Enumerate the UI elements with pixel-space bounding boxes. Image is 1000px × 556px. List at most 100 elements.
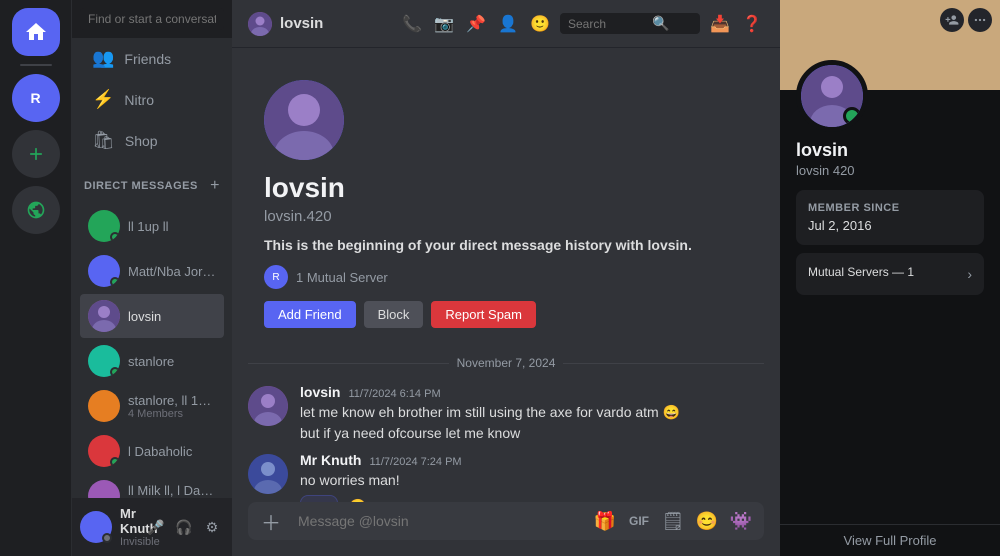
emoji-button[interactable]: 😊 <box>692 506 722 536</box>
mutual-server-icon: R <box>264 265 288 289</box>
nav-shop[interactable]: 🛍 Shop <box>80 122 224 159</box>
dm-item-name: lovsin <box>128 309 216 324</box>
profile-panel: lovsin lovsin 420 Member Since Jul 2, 20… <box>780 0 1000 556</box>
mutual-servers-row[interactable]: Mutual Servers — 1 › <box>808 265 972 283</box>
dm-item-name: stanlore <box>128 354 216 369</box>
dm-item-name: ll 1up ll <box>128 219 216 234</box>
dm-item-group-milk[interactable]: ll Milk ll, l Dabaholic 3 Members <box>80 474 224 498</box>
msg-time: 11/7/2024 6:14 PM <box>348 388 440 400</box>
user-bar-controls: 🎤 🎧 ⚙ <box>144 515 224 539</box>
dm-avatar-ll1up <box>88 210 120 242</box>
chat-search-input[interactable] <box>568 17 648 31</box>
profile-panel-tag: lovsin 420 <box>796 163 984 178</box>
message-knuth-1: Mr Knuth 11/7/2024 7:24 PM no worries ma… <box>248 450 764 502</box>
microphone-button[interactable]: 🎤 <box>144 515 168 539</box>
sidebar-explore[interactable] <box>12 186 60 234</box>
dm-avatar-group-stanlore <box>88 390 120 422</box>
dm-avatar-group-milk <box>88 480 120 498</box>
dm-avatar-lovsin <box>88 300 120 332</box>
dm-item-stanlore[interactable]: stanlore <box>80 339 224 383</box>
gift-button[interactable]: 🎁 <box>590 506 620 536</box>
sidebar-add-server[interactable] <box>12 130 60 178</box>
mutual-server-row: R 1 Mutual Server <box>264 265 748 289</box>
sticker-button[interactable]: 🗒 <box>658 506 688 536</box>
member-since-value: Jul 2, 2016 <box>808 218 972 233</box>
pin-button[interactable]: 📌 <box>464 12 488 36</box>
block-button[interactable]: Block <box>364 301 424 328</box>
user-bar: Mr Knuth Invisible 🎤 🎧 ⚙ <box>72 498 232 556</box>
headphone-button[interactable]: 🎧 <box>172 515 196 539</box>
friends-icon: 👥 <box>92 48 114 69</box>
add-friend-button[interactable]: Add Friend <box>264 301 356 328</box>
dm-search-area <box>72 0 232 38</box>
inbox-button[interactable]: 📥 <box>708 12 732 36</box>
dm-item-group-stanlore[interactable]: stanlore, ll 1up ll, Matt... 4 Members <box>80 384 224 428</box>
sidebar-divider <box>20 64 52 66</box>
message-input[interactable] <box>294 502 582 540</box>
mutual-servers-label: Mutual Servers — 1 <box>808 265 914 279</box>
profile-panel-avatar-wrap <box>780 60 1000 132</box>
settings-button[interactable]: ⚙ <box>200 515 224 539</box>
intro-tag: lovsin.420 <box>264 208 748 225</box>
msg-avatar-lovsin <box>248 386 288 426</box>
msg-text: no worries man! <box>300 470 764 491</box>
msg-avatar-knuth <box>248 454 288 494</box>
add-friend-header-button[interactable]: 👤 <box>496 12 520 36</box>
chat-header-avatar <box>248 12 272 36</box>
voice-call-button[interactable]: 📞 <box>400 12 424 36</box>
dm-avatar-dabaholic <box>88 435 120 467</box>
msg-author: lovsin <box>300 384 340 400</box>
intro-desc: This is the beginning of your direct mes… <box>264 237 748 253</box>
help-button[interactable]: ❓ <box>740 12 764 36</box>
date-separator-nov7: November 7, 2024 <box>248 356 764 370</box>
message-lovsin-1: lovsin 11/7/2024 6:14 PM let me know eh … <box>248 382 764 446</box>
profile-panel-name: lovsin <box>796 140 984 161</box>
main-chat-area: lovsin 📞 📷 📌 👤 🙂 🔍 📥 ❓ lovsin lovsin.420 <box>232 0 780 556</box>
chat-header-actions: 📞 📷 📌 👤 🙂 🔍 📥 ❓ <box>400 12 764 36</box>
nitro-icon: ⚡ <box>92 89 114 110</box>
status-dot <box>110 232 120 242</box>
nav-nitro[interactable]: ⚡ Nitro <box>80 81 224 118</box>
dm-panel: 👥 Friends ⚡ Nitro 🛍 Shop DIRECT MESSAGES… <box>72 0 232 556</box>
add-attachment-button[interactable]: ＋ <box>256 506 286 536</box>
dm-item-lovsin[interactable]: lovsin <box>80 294 224 338</box>
messages-area: lovsin lovsin.420 This is the beginning … <box>232 48 780 502</box>
dm-item-dabaholic[interactable]: l Dabaholic <box>80 429 224 473</box>
intro-action-buttons: Add Friend Block Report Spam <box>264 301 748 328</box>
intro-username: lovsin <box>264 172 748 204</box>
apps-button[interactable]: 👾 <box>726 506 756 536</box>
profile-toggle-button[interactable]: 🙂 <box>528 12 552 36</box>
user-bar-name: Mr Knuth <box>120 506 136 536</box>
chat-header: lovsin 📞 📷 📌 👤 🙂 🔍 📥 ❓ <box>232 0 780 48</box>
dm-item-sub: 4 Members <box>128 408 216 420</box>
status-dot <box>110 277 120 287</box>
profile-add-friend-button[interactable] <box>940 8 964 32</box>
view-full-profile-link[interactable]: View Full Profile <box>780 524 1000 556</box>
msg-time: 11/7/2024 7:24 PM <box>369 456 461 468</box>
video-call-button[interactable]: 📷 <box>432 12 456 36</box>
dm-avatar-matt-nba <box>88 255 120 287</box>
profile-panel-body: lovsin lovsin 420 Member Since Jul 2, 20… <box>780 132 1000 319</box>
msg-author: Mr Knuth <box>300 452 361 468</box>
search-input[interactable] <box>80 8 224 30</box>
user-bar-status: Invisible <box>120 536 136 548</box>
dm-item-name: stanlore, ll 1up ll, Matt... <box>128 393 216 408</box>
input-actions: 🎁 GIF 🗒 😊 👾 <box>590 506 756 536</box>
profile-more-button[interactable] <box>968 8 992 32</box>
nav-friends[interactable]: 👥 Friends <box>80 40 224 77</box>
mutual-servers-section[interactable]: Mutual Servers — 1 › <box>796 253 984 295</box>
dm-item-matt-nba[interactable]: Matt/Nba Jordan <box>80 249 224 293</box>
report-spam-button[interactable]: Report Spam <box>431 301 536 328</box>
dm-item-name: ll Milk ll, l Dabaholic <box>128 483 216 498</box>
chat-search-bar: 🔍 <box>560 13 700 34</box>
add-dm-button[interactable]: + <box>210 177 220 195</box>
sidebar-home-button[interactable] <box>12 8 60 56</box>
add-reaction-button[interactable]: 🙂 <box>342 495 373 502</box>
reaction-heart[interactable]: ❤ 1 <box>300 495 338 502</box>
intro-avatar <box>264 80 344 160</box>
gif-button[interactable]: GIF <box>624 506 654 536</box>
status-dot <box>110 367 120 377</box>
sidebar-server-1[interactable]: R <box>12 74 60 122</box>
dm-item-ll1up[interactable]: ll 1up ll <box>80 204 224 248</box>
chat-header-name: lovsin <box>280 15 323 32</box>
